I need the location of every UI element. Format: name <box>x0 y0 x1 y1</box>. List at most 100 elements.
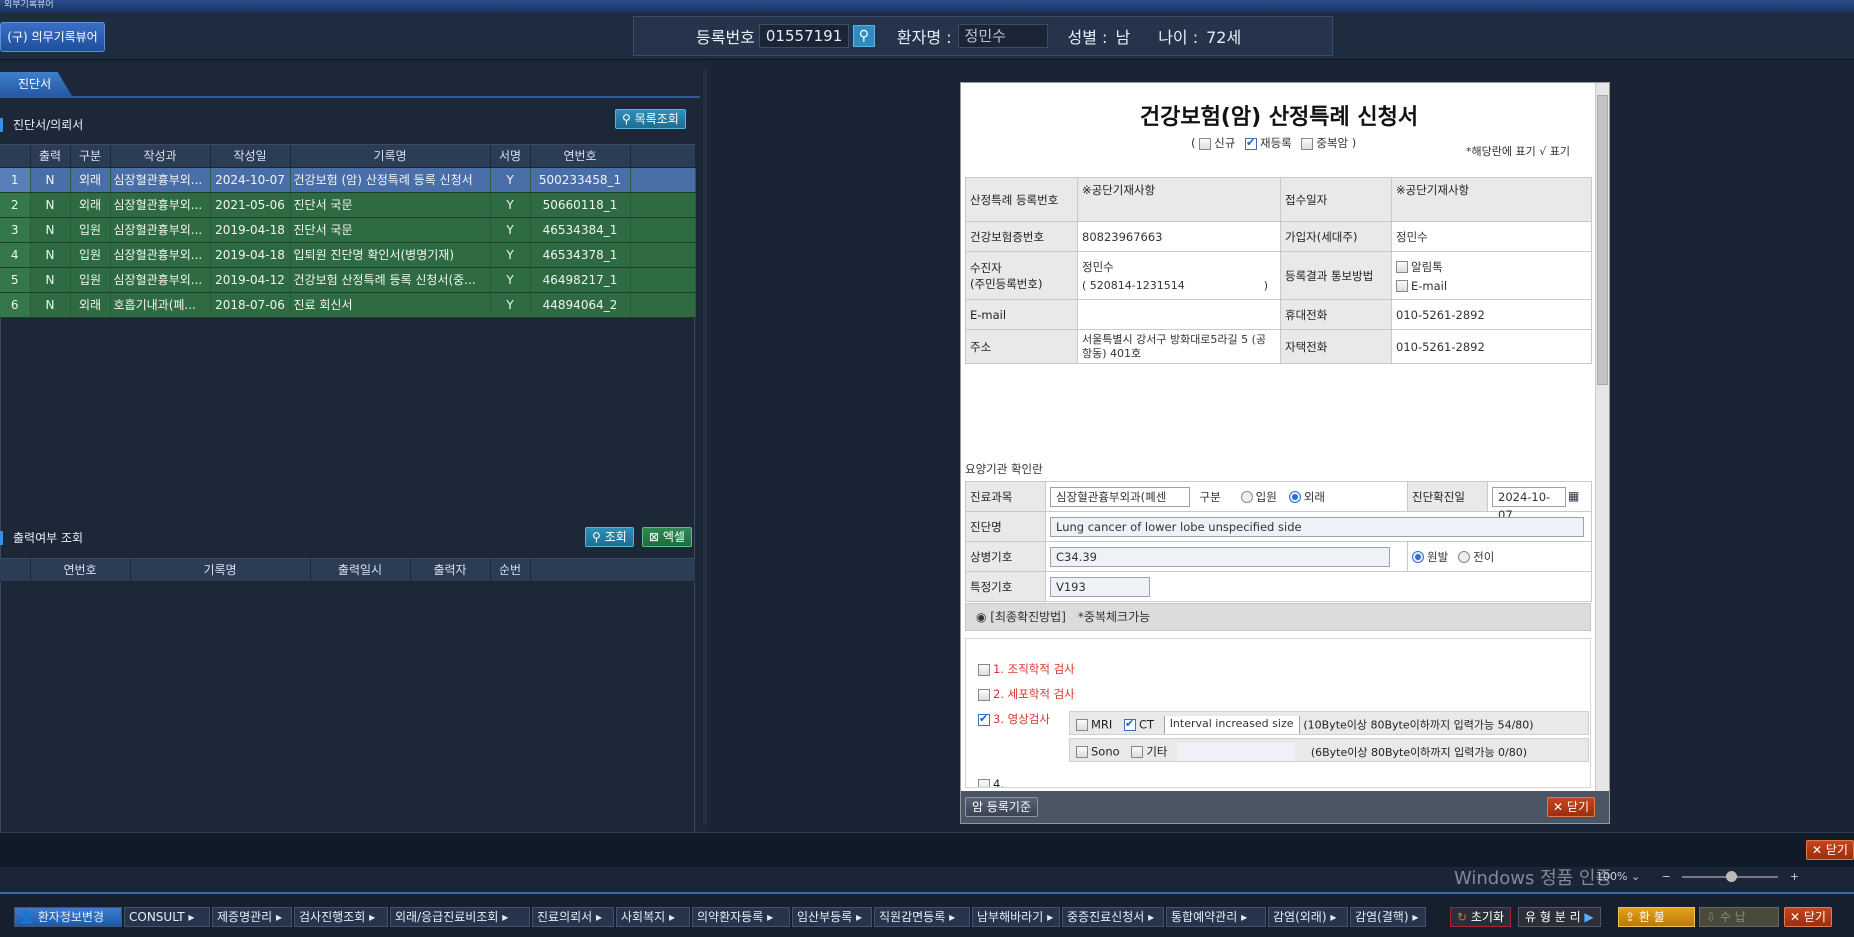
dup-cancer-checkbox[interactable] <box>1301 137 1314 150</box>
toolbar-item-label: 직원감면등록 <box>879 910 946 924</box>
toolbar-item[interactable]: 직원감면등록 ▸ <box>874 907 970 927</box>
other-imaging-input[interactable] <box>1177 743 1296 761</box>
excel-button[interactable]: ⊠ 엑셀 <box>642 527 692 547</box>
toolbar-item[interactable]: 의약환자등록 ▸ <box>692 907 790 927</box>
method2-checkbox[interactable] <box>978 688 990 701</box>
other-imaging-checkbox[interactable] <box>1131 746 1144 758</box>
toolbar-item[interactable]: 감염(결핵) ▸ <box>1350 907 1426 927</box>
panel-splitter[interactable] <box>703 70 707 825</box>
new-checkbox[interactable] <box>1199 137 1212 150</box>
zoom-out-icon[interactable]: − <box>1662 870 1671 883</box>
mark-note: *해당란에 표기 √ 표기 <box>1466 145 1570 158</box>
kakao-checkbox[interactable] <box>1396 261 1408 273</box>
imaging-row-2: Sono 기타 (6Byte이상 80Byte이하까지 입력가능 0/80) <box>1069 738 1589 762</box>
cell-type: 입원 <box>70 267 111 293</box>
calendar-icon[interactable]: ▦ <box>1568 489 1579 503</box>
document-close-button[interactable]: ✕ 닫기 <box>1547 797 1595 817</box>
col-header[interactable]: 연번호 <box>30 559 131 582</box>
recv-date-label: 접수일자 <box>1280 177 1392 222</box>
col-header[interactable]: 작성일 <box>210 145 291 168</box>
zoom-slider[interactable] <box>1682 871 1779 882</box>
ct-text-input[interactable]: Interval increased size <box>1163 716 1300 734</box>
toolbar-item-label: 통합예약관리 <box>1171 910 1238 924</box>
tab-diagnosis[interactable]: 진단서 <box>0 72 72 96</box>
table-row[interactable]: 2 N 외래 심장혈관흉부외... 2021-05-06 진단서 국문 Y 50660118_… <box>0 192 696 218</box>
metastasis-radio[interactable] <box>1458 551 1471 563</box>
toolbar-item[interactable]: 사회복지 ▸ <box>616 907 690 927</box>
toolbar-item[interactable]: 제증명관리 ▸ <box>212 907 292 927</box>
table-row[interactable]: 5 N 입원 심장혈관흉부외... 2019-04-12 건강보험 산정특례 등록 신청서… <box>0 267 696 293</box>
col-header[interactable]: 출력일시 <box>310 559 411 582</box>
toolbar-item-label: 사회복지 <box>621 910 666 924</box>
cell-no: 4 <box>0 242 31 268</box>
refund-button[interactable]: ⇪ 환 불 <box>1618 907 1695 927</box>
diag-date-input[interactable]: 2024-10-07 <box>1492 486 1566 522</box>
chevron-down-icon[interactable]: ⌄ <box>1627 870 1640 883</box>
zoom-in-icon[interactable]: + <box>1790 870 1799 883</box>
toolbar-item[interactable]: 임산부등록 ▸ <box>792 907 872 927</box>
toolbar-item[interactable]: 남부해바라기 ▸ <box>972 907 1060 927</box>
toolbar-close-button[interactable]: ✕ 닫기 <box>1784 907 1832 927</box>
table-row[interactable]: 1 N 외래 심장혈관흉부외... 2024-10-07 건강보험 (암) 산정특례 등록… <box>0 167 696 193</box>
method3-checkbox[interactable] <box>978 712 990 726</box>
dept-input[interactable]: 심장혈관흉부외과(폐센 <box>1050 486 1190 507</box>
cell-serial: 46498217_1 <box>530 267 631 293</box>
type-separate-button[interactable]: 유 형 분 리 ▶ <box>1518 907 1601 927</box>
ct-checkbox[interactable] <box>1123 717 1136 731</box>
method-note: *중복체크가능 <box>1077 610 1151 624</box>
toolbar-item[interactable]: 통합예약관리 ▸ <box>1166 907 1266 927</box>
metastasis-label: 전이 <box>1473 549 1495 564</box>
toolbar-item[interactable]: 중증진료신청서 ▸ <box>1062 907 1164 927</box>
primary-radio[interactable] <box>1412 551 1424 563</box>
ct-label: CT <box>1138 717 1155 732</box>
cancer-criteria-button[interactable]: 암 등록기준 <box>965 797 1039 817</box>
scrollbar-thumb[interactable] <box>1597 95 1608 385</box>
table-row[interactable]: 4 N 입원 심장혈관흉부외... 2019-04-18 입퇴원 진단명 확인서(병명기재… <box>0 242 696 268</box>
old-record-viewer-button[interactable]: (구) 의무기록뷰어 <box>0 22 105 52</box>
reset-button[interactable]: ↻ 초기화 <box>1450 907 1511 927</box>
list-query-button[interactable]: ⚲ 목록조회 <box>615 109 686 129</box>
toolbar-item[interactable]: 외래/응급진료비조회 ▸ <box>390 907 530 927</box>
col-header[interactable]: 출력 <box>30 145 71 168</box>
search-icon[interactable]: ⚲ <box>852 25 875 47</box>
toolbar-item[interactable]: 검사진행조회 ▸ <box>294 907 388 927</box>
kakao-label: 알림톡 <box>1411 259 1443 274</box>
rereg-checkbox[interactable] <box>1244 136 1257 150</box>
col-header[interactable]: 구분 <box>70 145 111 168</box>
toolbar-item[interactable]: CONSULT ▸ <box>124 907 210 927</box>
mobile-value: 010-5261-2892 <box>1391 299 1592 330</box>
special-code-input[interactable]: V193 <box>1050 576 1150 597</box>
method1-checkbox[interactable] <box>978 663 990 676</box>
email-notify-checkbox[interactable] <box>1396 280 1408 292</box>
reg-no-input[interactable]: 01557191 <box>758 24 849 48</box>
toolbar-item[interactable]: 진료의뢰서 ▸ <box>532 907 614 927</box>
inpatient-radio[interactable] <box>1240 491 1253 503</box>
mri-checkbox[interactable] <box>1076 719 1088 731</box>
col-header[interactable]: 작성과 <box>110 145 211 168</box>
method4-checkbox[interactable] <box>978 778 990 787</box>
query-button[interactable]: ⚲ 조회 <box>585 527 634 547</box>
toolbar-item[interactable]: 👤 환자정보변경 <box>14 907 122 927</box>
zoom-level[interactable]: 100% <box>1596 870 1627 883</box>
toolbar-item[interactable]: 감염(외래) ▸ <box>1268 907 1348 927</box>
disease-code-input[interactable]: C34.39 <box>1050 546 1390 567</box>
outpatient-radio[interactable] <box>1288 491 1301 503</box>
table-row[interactable]: 6 N 외래 호흡기내과(폐... 2018-07-06 진료 회신서 Y 44894064_… <box>0 292 696 318</box>
col-header[interactable]: 순번 <box>490 559 531 582</box>
document-scrollbar[interactable] <box>1595 83 1609 793</box>
col-header[interactable]: 기록명 <box>290 145 491 168</box>
col-header[interactable]: 서명 <box>490 145 531 168</box>
sono-checkbox[interactable] <box>1076 746 1088 758</box>
receive-button[interactable]: ⇩ 수 납 <box>1699 907 1779 927</box>
refund-label: 환 불 <box>1638 910 1665 924</box>
zoom-slider-thumb[interactable] <box>1726 871 1738 882</box>
arrow-right-icon: ▸ <box>852 910 863 924</box>
toolbar-item-label: CONSULT <box>129 910 185 924</box>
cell-dept: 심장혈관흉부외... <box>110 267 211 293</box>
table-row[interactable]: 3 N 입원 심장혈관흉부외... 2019-04-18 진단서 국문 Y 46534384_… <box>0 217 696 243</box>
col-header[interactable]: 기록명 <box>130 559 311 582</box>
diag-name-input[interactable]: Lung cancer of lower lobe unspecified si… <box>1050 516 1584 537</box>
col-header[interactable]: 연번호 <box>530 145 631 168</box>
main-close-button[interactable]: ✕ 닫기 <box>1806 840 1854 860</box>
col-header[interactable]: 출력자 <box>410 559 491 582</box>
